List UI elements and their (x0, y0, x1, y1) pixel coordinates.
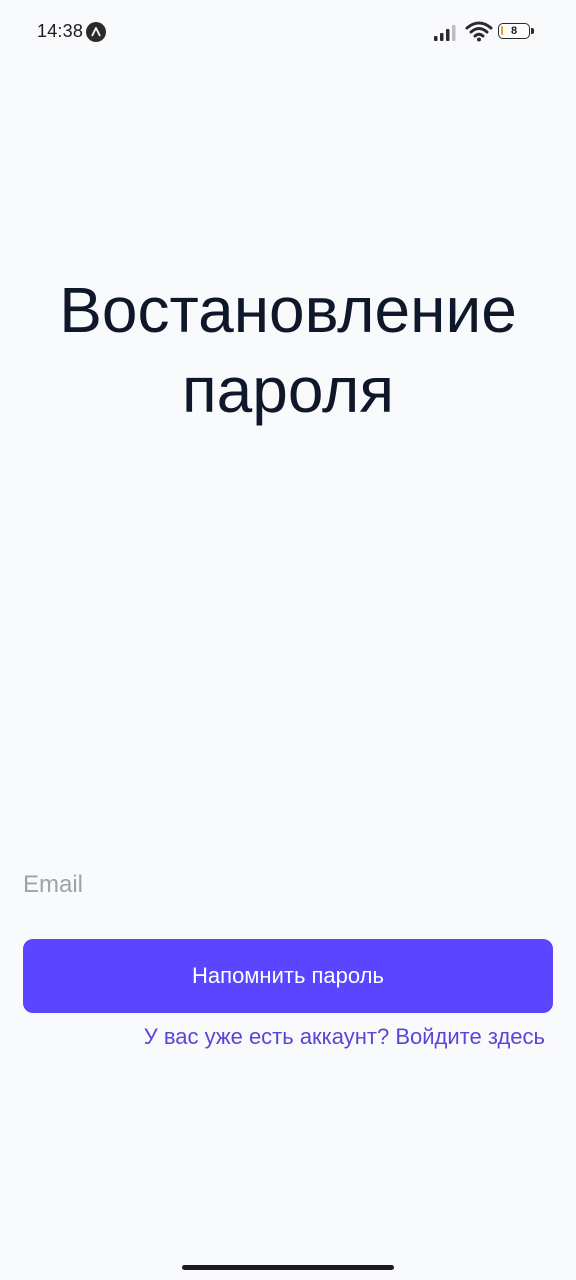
app-badge-icon (86, 22, 106, 42)
status-bar: 14:38 8 (0, 0, 576, 64)
login-link[interactable]: У вас уже есть аккаунт? Войдите здесь (144, 1024, 545, 1050)
signal-icon (434, 25, 456, 41)
page-title-line2: пароля (181, 354, 395, 426)
battery-icon: 8 (498, 23, 536, 41)
remind-password-button[interactable]: Напомнить пароль (23, 939, 553, 1013)
page-title: Востановление пароля (0, 270, 576, 430)
wifi-icon (465, 21, 493, 42)
email-field[interactable] (23, 860, 553, 910)
page-title-line1: Востановление (59, 274, 517, 346)
battery-level: 8 (510, 25, 518, 37)
status-time: 14:38 (37, 21, 84, 41)
home-indicator[interactable] (182, 1265, 394, 1270)
